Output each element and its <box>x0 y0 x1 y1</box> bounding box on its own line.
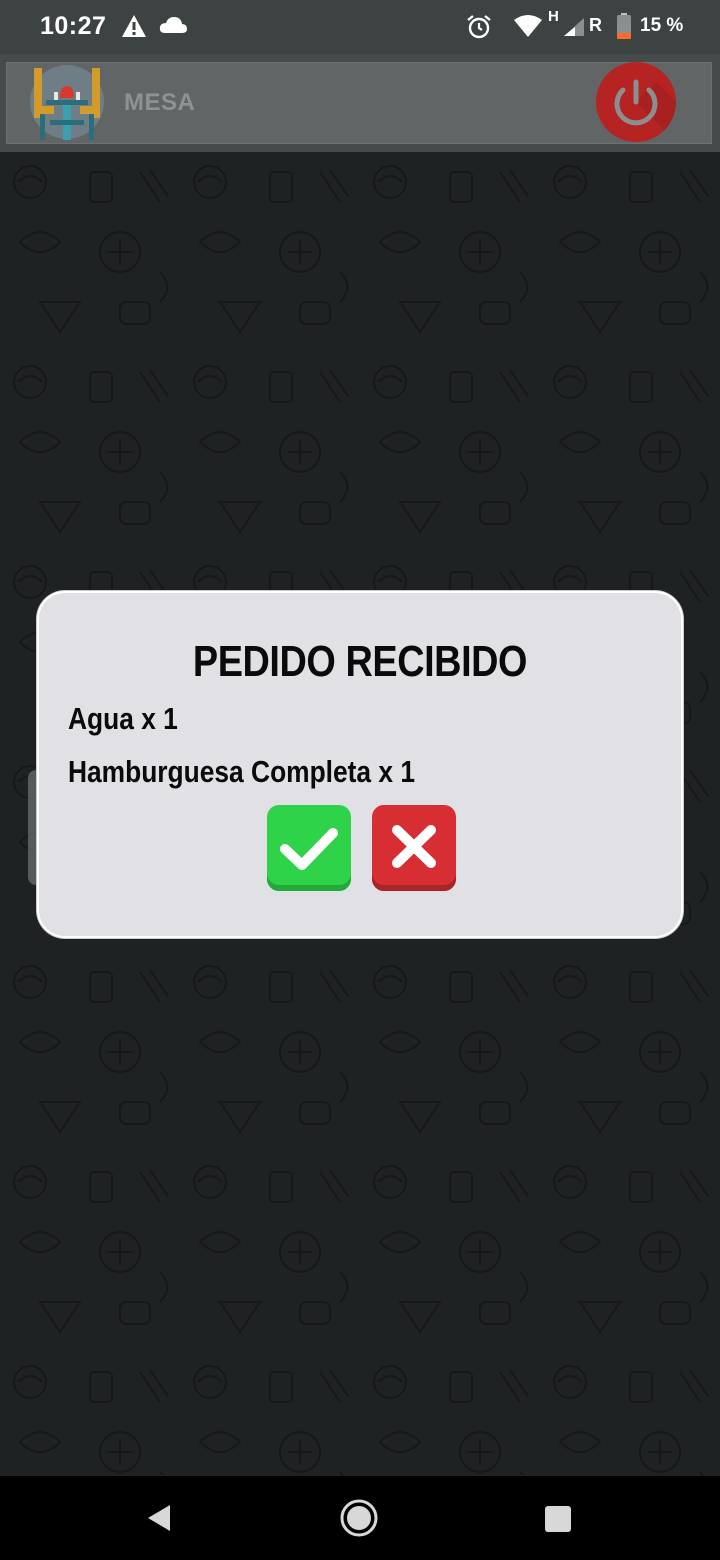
battery-percent: 15 % <box>640 15 684 36</box>
wifi-icon <box>514 15 542 37</box>
power-button[interactable] <box>596 62 676 142</box>
status-bar: 10:27 H R 15 % <box>0 0 720 54</box>
restaurant-table-logo <box>30 65 104 140</box>
check-icon <box>280 828 338 870</box>
cloud-icon <box>159 17 187 33</box>
order-item: Hamburguesa Completa x 1 <box>68 754 416 789</box>
roaming-indicator: R <box>589 15 602 35</box>
order-item: Agua x 1 <box>68 701 178 736</box>
battery-icon <box>617 13 631 39</box>
back-icon[interactable] <box>146 1503 172 1533</box>
network-type: H <box>548 8 559 25</box>
app-title: MESA <box>124 89 196 116</box>
alarm-icon <box>467 15 491 39</box>
accept-button[interactable] <box>267 805 351 891</box>
cancel-button[interactable] <box>372 805 456 891</box>
signal-icon <box>564 18 584 36</box>
recents-icon[interactable] <box>545 1506 571 1532</box>
home-icon[interactable] <box>339 1498 379 1538</box>
close-icon <box>392 825 436 868</box>
dialog-title: PEDIDO RECIBIDO <box>192 637 528 686</box>
order-received-dialog: PEDIDO RECIBIDO Agua x 1 Hamburguesa Com… <box>37 591 683 938</box>
power-icon <box>614 79 676 142</box>
warning-icon <box>122 15 146 37</box>
status-time: 10:27 <box>40 12 107 40</box>
